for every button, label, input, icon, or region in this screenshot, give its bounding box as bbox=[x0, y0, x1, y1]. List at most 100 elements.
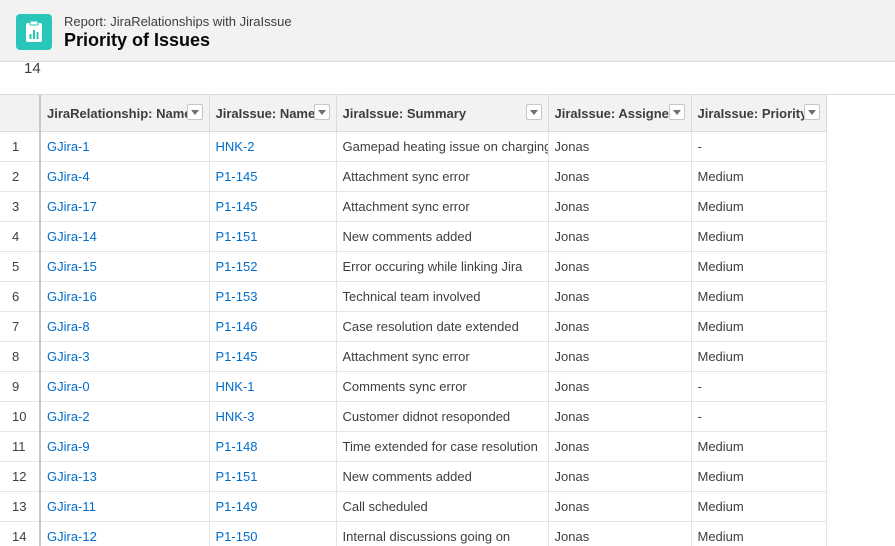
table-row: 6 GJira-16 P1-153 Technical team involved Jo… bbox=[0, 281, 827, 312]
table-row: 3 GJira-17 P1-145 Attachment sync error Jona… bbox=[0, 191, 827, 222]
relationship-name-cell: GJira-0 bbox=[40, 371, 210, 402]
report-table-container[interactable]: JiraRelationship: Name JiraIssue: Name J… bbox=[0, 94, 895, 546]
row-number: 7 bbox=[0, 311, 41, 342]
column-header-issue-assignee[interactable]: JiraIssue: Assignee bbox=[548, 95, 692, 132]
issue-link[interactable]: P1-150 bbox=[216, 529, 258, 544]
summary-cell: Time extended for case resolution bbox=[336, 431, 549, 462]
relationship-link[interactable]: GJira-2 bbox=[47, 409, 90, 424]
relationship-name-cell: GJira-11 bbox=[40, 491, 210, 522]
table-row: 10 GJira-2 HNK-3 Customer didnot resoponded… bbox=[0, 401, 827, 432]
relationship-name-cell: GJira-17 bbox=[40, 191, 210, 222]
relationship-link[interactable]: GJira-12 bbox=[47, 529, 97, 544]
relationship-name-cell: GJira-13 bbox=[40, 461, 210, 492]
summary-cell: New comments added bbox=[336, 221, 549, 252]
issue-name-cell: P1-145 bbox=[209, 341, 337, 372]
row-number: 8 bbox=[0, 341, 41, 372]
column-menu-button[interactable] bbox=[668, 104, 685, 120]
priority-cell: Medium bbox=[691, 281, 827, 312]
column-header-label: JiraIssue: Priority bbox=[697, 105, 808, 121]
issue-name-cell: P1-153 bbox=[209, 281, 337, 312]
issue-link[interactable]: P1-148 bbox=[216, 439, 258, 454]
row-number: 1 bbox=[0, 131, 41, 162]
issue-link[interactable]: HNK-1 bbox=[216, 379, 255, 394]
column-header-label: JiraIssue: Assignee bbox=[554, 105, 677, 121]
assignee-cell: Jonas bbox=[548, 281, 692, 312]
issue-link[interactable]: P1-146 bbox=[216, 319, 258, 334]
relationship-link[interactable]: GJira-9 bbox=[47, 439, 90, 454]
assignee-cell: Jonas bbox=[548, 341, 692, 372]
column-header-issue-summary[interactable]: JiraIssue: Summary bbox=[336, 95, 549, 132]
column-menu-button[interactable] bbox=[313, 104, 330, 120]
priority-cell: Medium bbox=[691, 431, 827, 462]
issue-name-cell: HNK-1 bbox=[209, 371, 337, 402]
table-row: 4 GJira-14 P1-151 New comments added Jonas Me… bbox=[0, 221, 827, 252]
issue-name-cell: HNK-2 bbox=[209, 131, 337, 162]
relationship-link[interactable]: GJira-11 bbox=[47, 499, 96, 514]
summary-cell: Attachment sync error bbox=[336, 161, 549, 192]
issue-link[interactable]: P1-145 bbox=[216, 349, 258, 364]
assignee-cell: Jonas bbox=[548, 161, 692, 192]
relationship-link[interactable]: GJira-13 bbox=[47, 469, 97, 484]
assignee-cell: Jonas bbox=[548, 461, 692, 492]
issue-link[interactable]: HNK-2 bbox=[216, 139, 255, 154]
column-header-issue-name[interactable]: JiraIssue: Name bbox=[209, 95, 337, 132]
column-menu-button[interactable] bbox=[186, 104, 203, 120]
relationship-name-cell: GJira-8 bbox=[40, 311, 210, 342]
relationship-name-cell: GJira-12 bbox=[40, 521, 210, 546]
relationship-name-cell: GJira-1 bbox=[40, 131, 210, 162]
table-row: 8 GJira-3 P1-145 Attachment sync error Jonas… bbox=[0, 341, 827, 372]
relationship-link[interactable]: GJira-16 bbox=[47, 289, 97, 304]
relationship-name-cell: GJira-3 bbox=[40, 341, 210, 372]
priority-cell: Medium bbox=[691, 341, 827, 372]
table-row: 14 GJira-12 P1-150 Internal discussions goi… bbox=[0, 521, 827, 546]
issue-name-cell: P1-145 bbox=[209, 161, 337, 192]
table-row: 9 GJira-0 HNK-1 Comments sync error Jonas - bbox=[0, 371, 827, 402]
issue-name-cell: P1-148 bbox=[209, 431, 337, 462]
issue-link[interactable]: P1-152 bbox=[216, 259, 258, 274]
table-row: 5 GJira-15 P1-152 Error occuring while link… bbox=[0, 251, 827, 282]
assignee-cell: Jonas bbox=[548, 131, 692, 162]
relationship-link[interactable]: GJira-3 bbox=[47, 349, 90, 364]
table-row: 11 GJira-9 P1-148 Time extended for case re… bbox=[0, 431, 827, 462]
issue-name-cell: P1-149 bbox=[209, 491, 337, 522]
relationship-link[interactable]: GJira-14 bbox=[47, 229, 97, 244]
column-menu-button[interactable] bbox=[803, 104, 820, 120]
chevron-down-icon bbox=[190, 110, 199, 115]
priority-cell: - bbox=[691, 371, 827, 402]
issue-name-cell: P1-145 bbox=[209, 191, 337, 222]
priority-cell: - bbox=[691, 401, 827, 432]
row-number: 2 bbox=[0, 161, 41, 192]
column-header-relationship-name[interactable]: JiraRelationship: Name bbox=[40, 95, 210, 132]
priority-cell: Medium bbox=[691, 221, 827, 252]
column-header-issue-priority[interactable]: JiraIssue: Priority bbox=[691, 95, 827, 132]
priority-cell: Medium bbox=[691, 251, 827, 282]
summary-cell: Internal discussions going on bbox=[336, 521, 549, 546]
report-table: JiraRelationship: Name JiraIssue: Name J… bbox=[0, 95, 827, 546]
clipboard-chart-icon bbox=[26, 20, 42, 42]
relationship-name-cell: GJira-2 bbox=[40, 401, 210, 432]
issue-link[interactable]: P1-149 bbox=[216, 499, 258, 514]
assignee-cell: Jonas bbox=[548, 491, 692, 522]
relationship-link[interactable]: GJira-0 bbox=[47, 379, 90, 394]
issue-link[interactable]: P1-153 bbox=[216, 289, 258, 304]
column-menu-button[interactable] bbox=[525, 104, 542, 120]
summary-cell: Case resolution date extended bbox=[336, 311, 549, 342]
issue-link[interactable]: P1-151 bbox=[216, 229, 258, 244]
assignee-cell: Jonas bbox=[548, 401, 692, 432]
relationship-link[interactable]: GJira-4 bbox=[47, 169, 90, 184]
issue-link[interactable]: HNK-3 bbox=[216, 409, 255, 424]
relationship-link[interactable]: GJira-15 bbox=[47, 259, 97, 274]
relationship-link[interactable]: GJira-8 bbox=[47, 319, 90, 334]
assignee-cell: Jonas bbox=[548, 251, 692, 282]
row-number: 10 bbox=[0, 401, 41, 432]
issue-link[interactable]: P1-151 bbox=[216, 469, 258, 484]
issue-link[interactable]: P1-145 bbox=[216, 169, 258, 184]
relationship-link[interactable]: GJira-1 bbox=[47, 139, 90, 154]
table-row: 2 GJira-4 P1-145 Attachment sync error Jonas… bbox=[0, 161, 827, 192]
summary-cell: New comments added bbox=[336, 461, 549, 492]
row-number: 3 bbox=[0, 191, 41, 222]
issue-link[interactable]: P1-145 bbox=[216, 199, 258, 214]
relationship-link[interactable]: GJira-17 bbox=[47, 199, 97, 214]
assignee-cell: Jonas bbox=[548, 431, 692, 462]
issue-name-cell: P1-146 bbox=[209, 311, 337, 342]
